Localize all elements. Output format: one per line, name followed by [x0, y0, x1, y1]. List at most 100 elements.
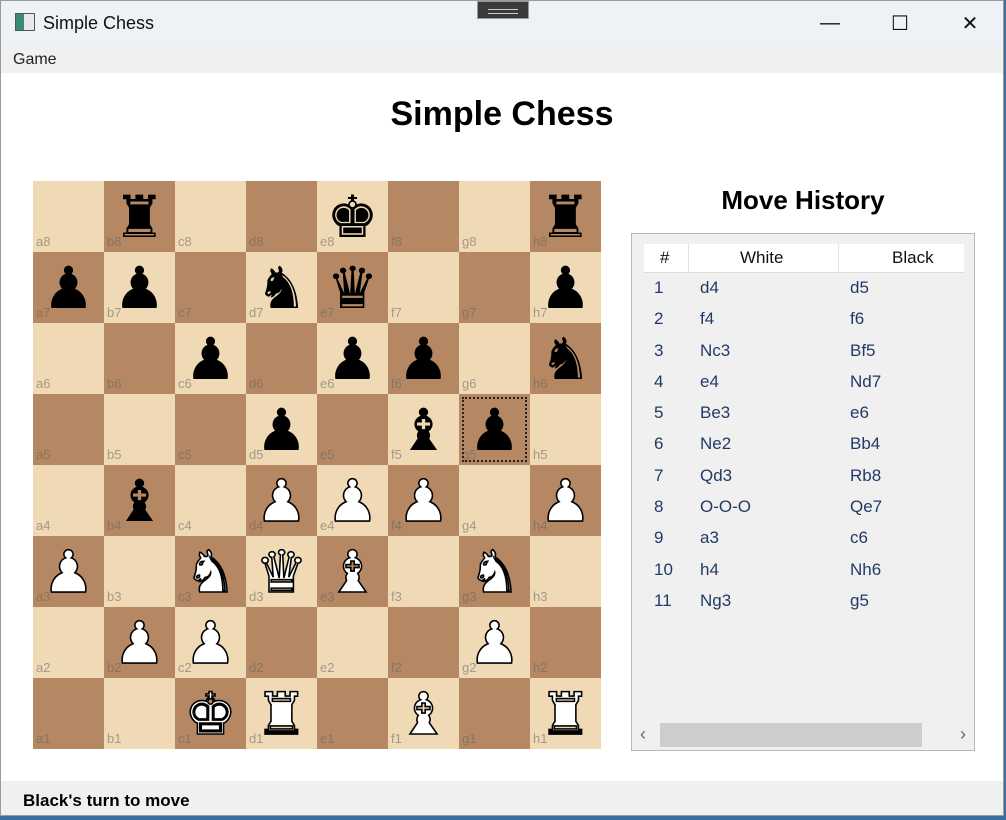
square-e7[interactable]: e7 ♛	[317, 252, 388, 323]
white-queen-icon[interactable]: ♛	[246, 536, 317, 607]
square-b3[interactable]: b3	[104, 536, 175, 607]
square-a1[interactable]: a1	[33, 678, 104, 749]
move-row[interactable]: 6 Ne2 Bb4	[644, 434, 974, 465]
black-rook-icon[interactable]: ♜	[530, 181, 601, 252]
black-pawn-icon[interactable]: ♟	[530, 252, 601, 323]
white-pawn-icon[interactable]: ♟	[388, 465, 459, 536]
square-b1[interactable]: b1	[104, 678, 175, 749]
square-f2[interactable]: f2	[388, 607, 459, 678]
black-rook-icon[interactable]: ♜	[104, 181, 175, 252]
black-pawn-icon[interactable]: ♟	[246, 394, 317, 465]
square-c7[interactable]: c7	[175, 252, 246, 323]
column-divider[interactable]	[838, 244, 839, 272]
square-e6[interactable]: e6 ♟	[317, 323, 388, 394]
white-bishop-icon[interactable]: ♝	[317, 536, 388, 607]
square-e1[interactable]: e1	[317, 678, 388, 749]
white-pawn-icon[interactable]: ♟	[246, 465, 317, 536]
square-a2[interactable]: a2	[33, 607, 104, 678]
square-a4[interactable]: a4	[33, 465, 104, 536]
black-bishop-icon[interactable]: ♝	[104, 465, 175, 536]
white-pawn-icon[interactable]: ♟	[530, 465, 601, 536]
square-g3[interactable]: g3 ♞	[459, 536, 530, 607]
move-row[interactable]: 3 Nc3 Bf5	[644, 341, 974, 372]
move-row[interactable]: 8 O-O-O Qe7	[644, 497, 974, 528]
square-d7[interactable]: d7 ♞	[246, 252, 317, 323]
black-knight-icon[interactable]: ♞	[246, 252, 317, 323]
white-pawn-icon[interactable]: ♟	[104, 607, 175, 678]
square-h6[interactable]: h6 ♞	[530, 323, 601, 394]
column-divider[interactable]	[688, 244, 689, 272]
square-d6[interactable]: d6	[246, 323, 317, 394]
square-f4[interactable]: f4 ♟	[388, 465, 459, 536]
square-f3[interactable]: f3	[388, 536, 459, 607]
square-f1[interactable]: f1 ♝	[388, 678, 459, 749]
square-d4[interactable]: d4 ♟	[246, 465, 317, 536]
title-bar[interactable]: Simple Chess — ☐ ✕	[1, 1, 1003, 45]
square-e8[interactable]: e8 ♚	[317, 181, 388, 252]
black-queen-icon[interactable]: ♛	[317, 252, 388, 323]
black-pawn-icon[interactable]: ♟	[459, 394, 530, 465]
square-d5[interactable]: d5 ♟	[246, 394, 317, 465]
square-f6[interactable]: f6 ♟	[388, 323, 459, 394]
square-h5[interactable]: h5	[530, 394, 601, 465]
black-pawn-icon[interactable]: ♟	[33, 252, 104, 323]
move-row[interactable]: 11 Ng3 g5	[644, 591, 974, 622]
scroll-right-icon[interactable]: ›	[960, 724, 966, 745]
square-b5[interactable]: b5	[104, 394, 175, 465]
square-e3[interactable]: e3 ♝	[317, 536, 388, 607]
close-button[interactable]: ✕	[935, 1, 1005, 45]
minimize-button[interactable]: —	[795, 1, 865, 45]
square-h8[interactable]: h8 ♜	[530, 181, 601, 252]
move-row[interactable]: 7 Qd3 Rb8	[644, 466, 974, 497]
square-a8[interactable]: a8	[33, 181, 104, 252]
white-king-icon[interactable]: ♚	[175, 678, 246, 749]
square-h4[interactable]: h4 ♟	[530, 465, 601, 536]
white-pawn-icon[interactable]: ♟	[175, 607, 246, 678]
black-king-icon[interactable]: ♚	[317, 181, 388, 252]
white-pawn-icon[interactable]: ♟	[33, 536, 104, 607]
square-c3[interactable]: c3 ♞	[175, 536, 246, 607]
column-header-number[interactable]: #	[660, 248, 669, 268]
move-row[interactable]: 10 h4 Nh6	[644, 560, 974, 591]
square-d8[interactable]: d8	[246, 181, 317, 252]
move-row[interactable]: 5 Be3 e6	[644, 403, 974, 434]
square-f7[interactable]: f7	[388, 252, 459, 323]
square-e5[interactable]: e5	[317, 394, 388, 465]
move-history-list[interactable]: # White Black 1 d4 d5 2 f4 f6 3 Nc3 Bf5 4 e4 Nd7 5 Be…	[631, 233, 975, 751]
square-h1[interactable]: h1 ♜	[530, 678, 601, 749]
square-a3[interactable]: a3 ♟	[33, 536, 104, 607]
square-c5[interactable]: c5	[175, 394, 246, 465]
square-a6[interactable]: a6	[33, 323, 104, 394]
square-a5[interactable]: a5	[33, 394, 104, 465]
square-d3[interactable]: d3 ♛	[246, 536, 317, 607]
square-h7[interactable]: h7 ♟	[530, 252, 601, 323]
column-header-white[interactable]: White	[740, 248, 783, 268]
square-e4[interactable]: e4 ♟	[317, 465, 388, 536]
square-f5[interactable]: f5 ♝	[388, 394, 459, 465]
black-pawn-icon[interactable]: ♟	[175, 323, 246, 394]
square-b2[interactable]: b2 ♟	[104, 607, 175, 678]
square-b6[interactable]: b6	[104, 323, 175, 394]
white-pawn-icon[interactable]: ♟	[459, 607, 530, 678]
black-knight-icon[interactable]: ♞	[530, 323, 601, 394]
white-bishop-icon[interactable]: ♝	[388, 678, 459, 749]
white-rook-icon[interactable]: ♜	[530, 678, 601, 749]
black-pawn-icon[interactable]: ♟	[104, 252, 175, 323]
chess-board[interactable]: a8 b8 ♜ c8 d8 e8 ♚ f8 g8 h8 ♜ a7 ♟ b7 ♟ c7 d7 ♞ e7 ♛ f7 g7 h7 ♟…	[33, 181, 601, 749]
square-g4[interactable]: g4	[459, 465, 530, 536]
square-h3[interactable]: h3	[530, 536, 601, 607]
square-b7[interactable]: b7 ♟	[104, 252, 175, 323]
square-g7[interactable]: g7	[459, 252, 530, 323]
scroll-left-icon[interactable]: ‹	[640, 724, 646, 745]
square-a7[interactable]: a7 ♟	[33, 252, 104, 323]
square-d2[interactable]: d2	[246, 607, 317, 678]
white-pawn-icon[interactable]: ♟	[317, 465, 388, 536]
move-row[interactable]: 1 d4 d5	[644, 278, 974, 309]
black-pawn-icon[interactable]: ♟	[388, 323, 459, 394]
square-g6[interactable]: g6	[459, 323, 530, 394]
white-knight-icon[interactable]: ♞	[175, 536, 246, 607]
black-bishop-icon[interactable]: ♝	[388, 394, 459, 465]
square-d1[interactable]: d1 ♜	[246, 678, 317, 749]
square-f8[interactable]: f8	[388, 181, 459, 252]
square-g2[interactable]: g2 ♟	[459, 607, 530, 678]
